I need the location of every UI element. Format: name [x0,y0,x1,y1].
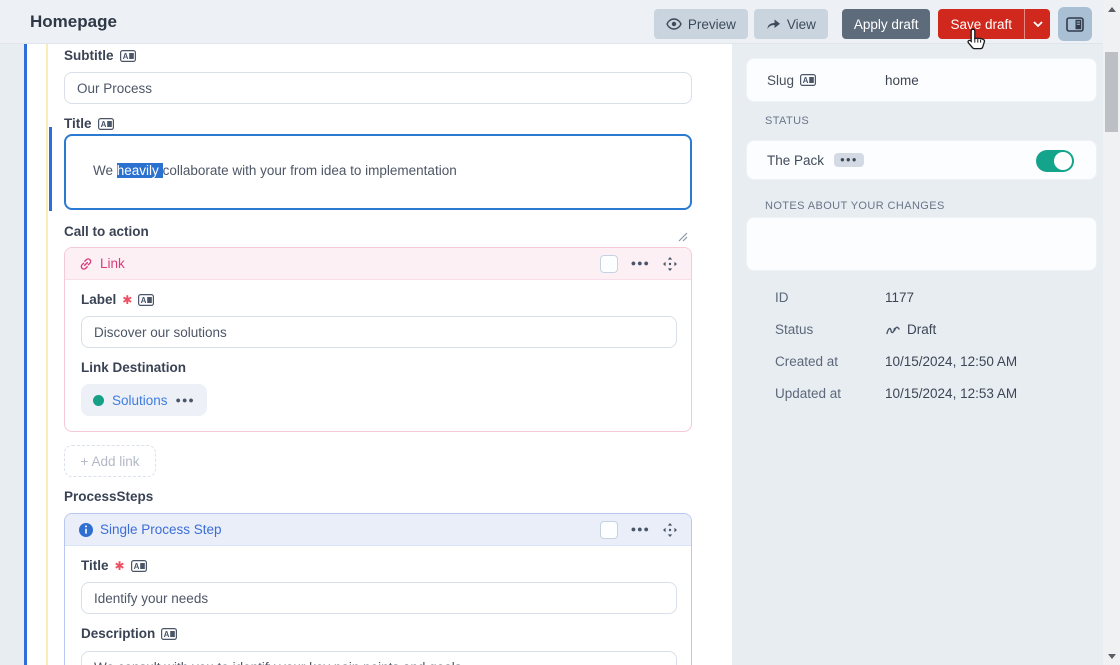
vertical-scrollbar[interactable] [1103,0,1120,665]
step-title-label: Title ✱ A [81,558,147,573]
more-options-icon[interactable]: ●●● [631,259,650,268]
scroll-down-button[interactable] [1103,649,1120,663]
title-field-modified-indicator [49,127,52,211]
title-label: Title A [64,116,114,131]
drag-handle-icon[interactable] [663,522,677,537]
draft-change-indicator [46,44,48,665]
title-textarea[interactable]: We heavily collaborate with your from id… [64,134,692,242]
view-button[interactable]: View [753,9,828,39]
save-draft-button[interactable]: Save draft [938,9,1024,39]
app-window: Homepage Preview View Apply draft Save d… [0,0,1120,665]
translate-icon: A [161,627,178,640]
notes-card [746,217,1097,271]
link-component-header[interactable]: Link ●●● [65,248,691,280]
more-options-icon[interactable]: ●●● [834,153,864,167]
selected-text: heavily [116,163,163,179]
destination-name: Solutions [112,392,168,408]
svg-text:A: A [141,296,147,305]
preview-button[interactable]: Preview [653,9,748,39]
top-bar: Homepage Preview View Apply draft Save d… [0,0,1120,44]
link-destination-chip[interactable]: Solutions ●●● [81,384,207,416]
link-label-field-label: Label ✱ A [81,292,155,307]
draft-scribble-icon [885,324,901,336]
link-label-input[interactable] [81,316,677,348]
plus-icon: + [80,453,89,469]
status-section-label: STATUS [765,115,810,127]
svg-text:A: A [164,630,170,639]
meta-row-status: Status Draft [775,322,937,337]
pack-label: The Pack [767,152,825,168]
meta-row-created: Created at 10/15/2024, 12:50 AM [775,354,1018,369]
toggle-knob [1054,152,1072,170]
step-description-label: Description A [81,626,178,641]
call-to-action-label: Call to action [64,224,149,239]
select-component-checkbox[interactable] [599,254,618,273]
translate-icon: A [97,117,114,130]
link-icon [79,257,93,271]
translate-icon: A [130,559,147,572]
scrollbar-thumb[interactable] [1105,52,1118,132]
select-component-checkbox[interactable] [599,520,618,539]
pack-toggle[interactable] [1036,150,1074,172]
toggle-side-panel-button[interactable] [1058,7,1092,41]
svg-text:A: A [122,52,128,61]
process-steps-label: ProcessSteps [64,489,154,504]
slug-value[interactable]: home [885,73,919,88]
svg-text:A: A [803,76,809,85]
svg-text:A: A [133,562,139,571]
eye-icon [666,18,682,30]
share-arrow-icon [766,18,781,30]
step-title-input[interactable] [81,582,677,614]
chevron-down-icon [1032,21,1043,27]
link-component-card: Link ●●● Label ✱ A Link Destination Solu… [64,247,692,432]
more-options-icon[interactable]: ●●● [631,525,650,534]
save-draft-split-button: Save draft [938,9,1050,39]
slug-label: Slug A [767,73,817,88]
published-status-dot-icon [93,394,104,406]
translate-icon: A [119,49,136,62]
meta-sidebar: Slug A home STATUS The Pack ●●● NOTES AB… [732,44,1103,665]
component-name: Single Process Step [100,522,222,537]
notes-textarea[interactable] [747,218,1096,270]
meta-row-id: ID 1177 [775,290,915,305]
subtitle-label: Subtitle A [64,48,136,63]
resize-handle-icon[interactable] [678,196,688,242]
slug-card: Slug A home [746,58,1097,102]
info-icon [79,522,93,537]
more-options-icon[interactable]: ●●● [176,395,195,405]
toolbar-actions: Preview View Apply draft Save draft [653,7,1092,41]
step-description-textarea[interactable]: We consult with you to identify your key… [81,651,677,665]
drag-handle-icon[interactable] [663,256,677,271]
required-asterisk: ✱ [114,558,125,573]
scroll-up-button[interactable] [1103,2,1120,16]
document-modified-indicator [24,44,27,665]
component-name: Link [100,256,125,271]
process-step-component-card: Single Process Step ●●● Title ✱ A Descri… [64,513,692,665]
meta-row-updated: Updated at 10/15/2024, 12:53 AM [775,386,1018,401]
translate-icon: A [138,293,155,306]
triangle-up-icon [1107,6,1116,12]
add-link-button[interactable]: + Add link [64,445,156,477]
page-title: Homepage [30,11,117,31]
process-step-component-header[interactable]: Single Process Step ●●● [65,514,691,546]
notes-section-label: NOTES ABOUT YOUR CHANGES [765,200,945,212]
translate-icon: A [800,74,817,86]
subtitle-input[interactable] [64,72,692,104]
apply-draft-button[interactable]: Apply draft [841,9,931,39]
status-pack-card: The Pack ●●● [746,140,1097,180]
svg-text:A: A [100,120,106,129]
link-destination-label: Link Destination [81,360,187,375]
save-draft-dropdown-button[interactable] [1024,9,1050,39]
layout-panel-icon [1066,16,1084,32]
required-asterisk: ✱ [122,292,133,307]
triangle-down-icon [1107,653,1116,659]
